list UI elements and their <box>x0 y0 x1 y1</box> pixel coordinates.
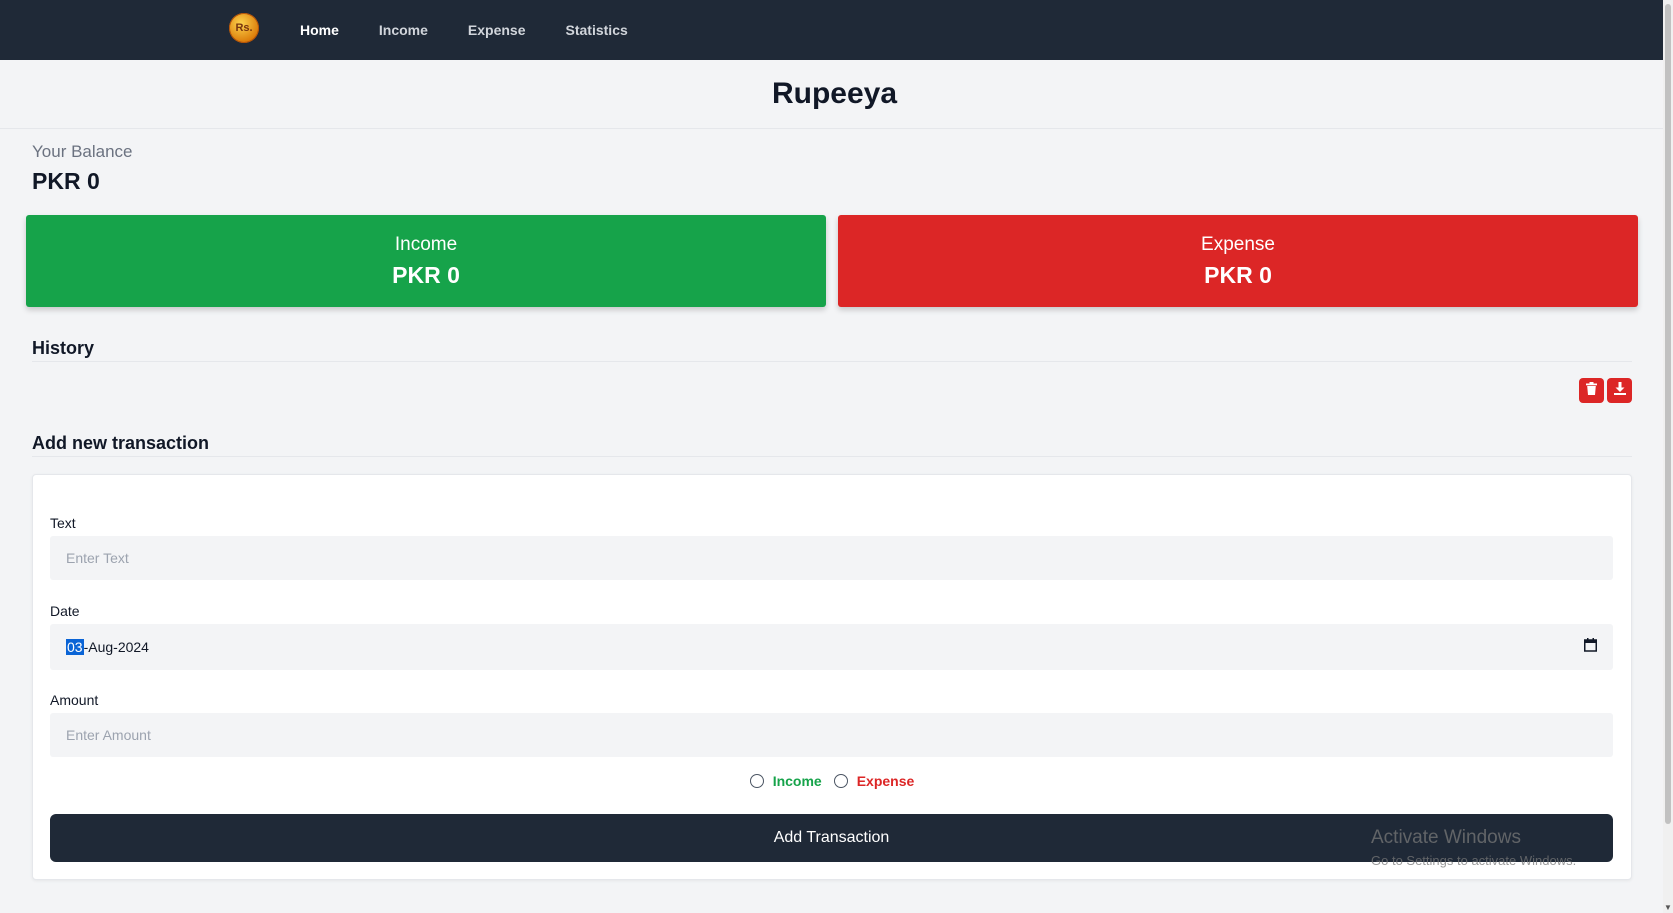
balance-value: PKR 0 <box>32 168 100 194</box>
amount-field-label: Amount <box>50 692 99 708</box>
income-radio-label[interactable]: Income <box>773 773 822 789</box>
expense-radio[interactable] <box>833 774 848 788</box>
nav-link-expense[interactable]: Expense <box>468 22 526 38</box>
scrollbar-thumb[interactable] <box>1665 4 1671 824</box>
logo-coin-icon[interactable]: Rs. <box>229 13 259 43</box>
expense-card-label: Expense <box>1201 233 1275 255</box>
amount-input[interactable]: Enter Amount <box>50 713 1613 757</box>
watermark-subtitle: Go to Settings to activate Windows. <box>1371 853 1577 868</box>
nav-link-income[interactable]: Income <box>379 22 428 38</box>
expense-radio-label[interactable]: Expense <box>857 773 915 789</box>
amount-input-placeholder: Enter Amount <box>66 727 151 743</box>
nav-link-home[interactable]: Home <box>300 22 339 38</box>
transaction-form: Text Enter Text Date 03-Aug-2024 Amount … <box>32 474 1632 880</box>
history-divider <box>32 361 1632 362</box>
navbar: Rs. Home Income Expense Statistics <box>0 0 1663 60</box>
date-field-label: Date <box>50 603 80 619</box>
income-radio[interactable] <box>749 774 764 788</box>
income-card-value: PKR 0 <box>392 261 460 288</box>
expense-card-value: PKR 0 <box>1204 261 1272 288</box>
download-icon <box>1613 381 1626 400</box>
windows-activation-watermark: Activate Windows Go to Settings to activ… <box>1371 827 1576 868</box>
text-field-label: Text <box>50 515 76 531</box>
trash-icon <box>1586 381 1597 400</box>
balance-label: Your Balance <box>32 142 133 161</box>
income-radio-option[interactable]: Income <box>749 773 822 789</box>
transaction-type-radio-group: Income Expense <box>33 773 1631 789</box>
text-input[interactable]: Enter Text <box>50 536 1613 580</box>
expense-summary-card: Expense PKR 0 <box>838 215 1638 307</box>
date-input[interactable]: 03-Aug-2024 <box>50 624 1613 670</box>
add-transaction-divider <box>32 456 1632 457</box>
income-summary-card: Income PKR 0 <box>26 215 826 307</box>
add-transaction-title: Add new transaction <box>32 433 210 453</box>
calendar-icon[interactable] <box>1584 638 1597 655</box>
download-history-button[interactable] <box>1607 378 1632 403</box>
page-title: Rupeeya <box>771 77 898 110</box>
watermark-title: Activate Windows <box>1371 827 1521 848</box>
date-day-segment[interactable]: 03 <box>66 639 84 655</box>
history-title: History <box>32 338 95 358</box>
nav-link-statistics[interactable]: Statistics <box>566 22 628 38</box>
date-month-year-segment[interactable]: -Aug-2024 <box>84 639 149 655</box>
expense-radio-option[interactable]: Expense <box>833 773 915 789</box>
income-card-label: Income <box>394 233 458 255</box>
scroll-down-arrow-icon[interactable]: ▼ <box>1663 903 1673 913</box>
page-scrollbar[interactable]: ▼ <box>1663 0 1673 913</box>
delete-history-button[interactable] <box>1579 378 1604 403</box>
nav-links: Home Income Expense Statistics <box>300 0 628 60</box>
text-input-placeholder: Enter Text <box>66 550 129 566</box>
app-header: Rupeeya <box>0 60 1663 129</box>
date-input-value: 03-Aug-2024 <box>66 639 149 655</box>
